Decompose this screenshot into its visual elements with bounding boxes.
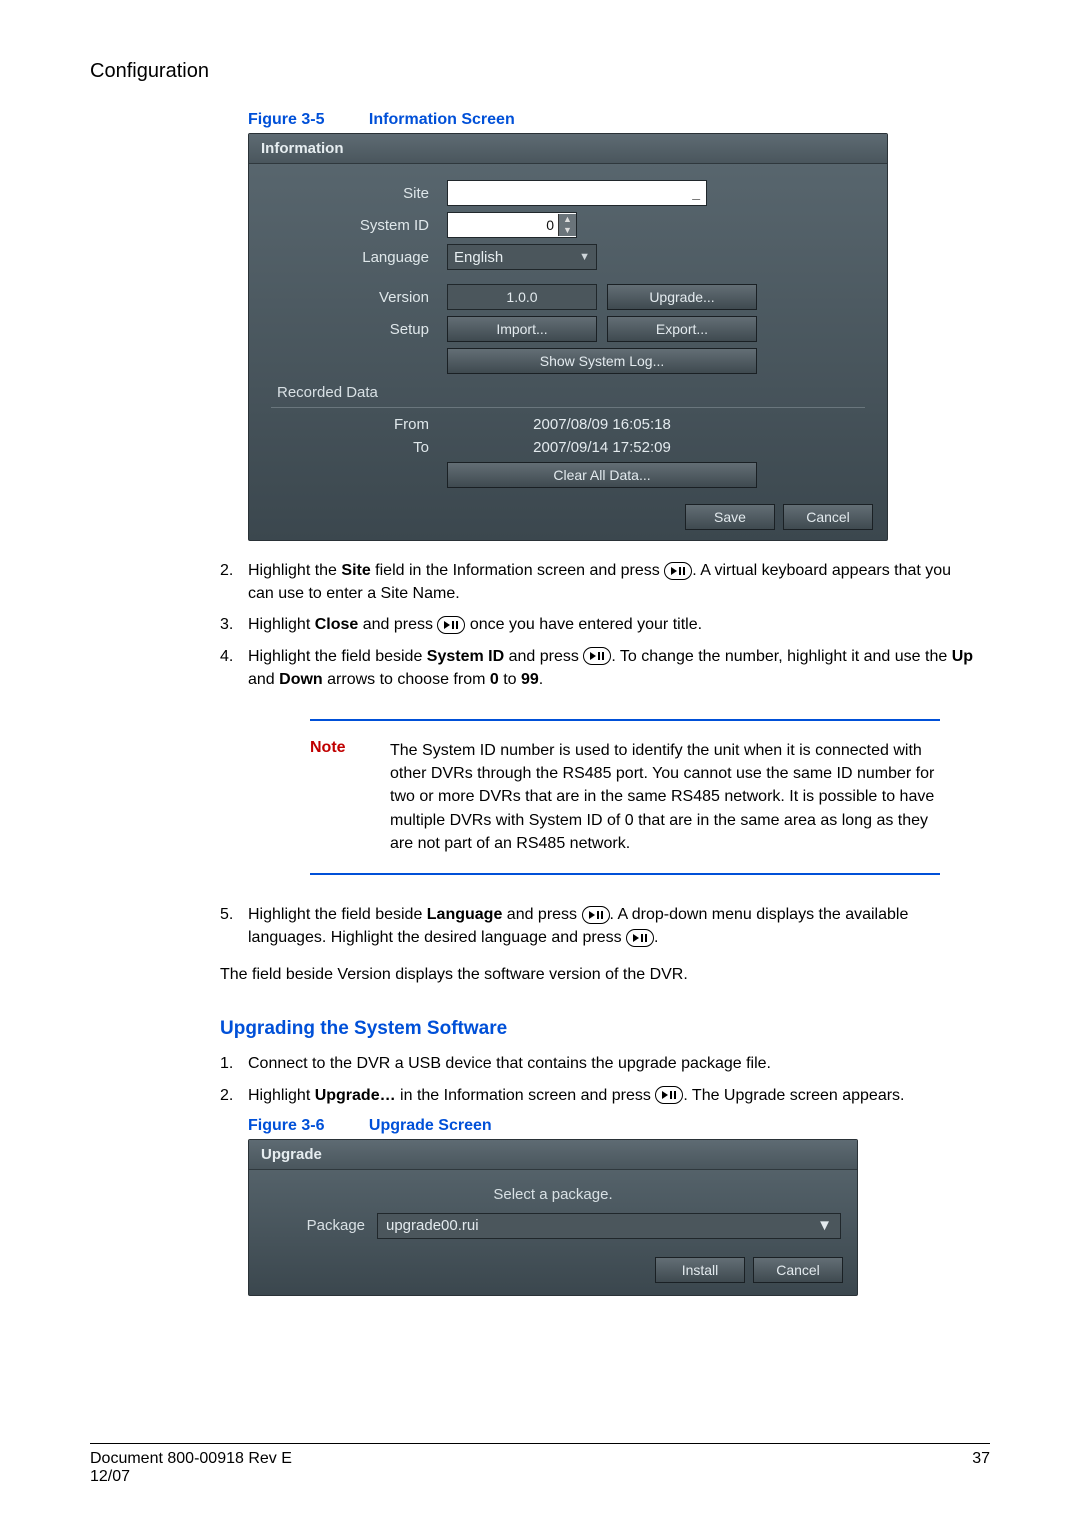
cancel-button[interactable]: Cancel (753, 1257, 843, 1283)
step-number: 4. (220, 645, 248, 691)
list-item: 4. Highlight the field beside System ID … (220, 645, 980, 691)
page-number: 37 (972, 1450, 990, 1486)
upgrade-heading: Upgrading the System Software (220, 1018, 990, 1040)
cursor-icon: _ (692, 185, 700, 201)
recorded-data-heading: Recorded Data (277, 384, 869, 401)
language-value: English (454, 249, 503, 266)
note-block: Note The System ID number is used to ide… (310, 719, 940, 875)
version-label: Version (267, 289, 447, 306)
instruction-list-3: 1. Connect to the DVR a USB device that … (220, 1052, 980, 1106)
package-value: upgrade00.rui (386, 1217, 479, 1234)
note-label: Note (310, 739, 390, 855)
setup-label: Setup (267, 321, 447, 338)
information-dialog: Information Site _ System ID 0 ▲ ▼ Langu… (248, 133, 888, 541)
stepper-down-icon[interactable]: ▼ (558, 225, 576, 236)
stepper-up-icon[interactable]: ▲ (558, 214, 576, 225)
step-number: 2. (220, 1084, 248, 1107)
instruction-list-1: 2. Highlight the Site field in the Infor… (220, 559, 980, 691)
play-pause-icon (583, 647, 611, 665)
page-footer: Document 800-00918 Rev E 12/07 37 (90, 1443, 990, 1486)
systemid-stepper[interactable]: 0 ▲ ▼ (447, 212, 577, 238)
figure-caption-1: Figure 3-5 Information Screen (248, 111, 990, 129)
upgrade-dialog: Upgrade Select a package. Package upgrad… (248, 1139, 858, 1296)
list-item: 5. Highlight the field beside Language a… (220, 903, 980, 949)
import-button[interactable]: Import... (447, 316, 597, 342)
package-select[interactable]: upgrade00.rui ▼ (377, 1213, 841, 1239)
play-pause-icon (664, 562, 692, 580)
upgrade-button[interactable]: Upgrade... (607, 284, 757, 310)
figure-caption-2: Figure 3-6 Upgrade Screen (248, 1117, 990, 1135)
list-item: 2. Highlight the Site field in the Infor… (220, 559, 980, 605)
cancel-button[interactable]: Cancel (783, 504, 873, 530)
list-item: 3. Highlight Close and press once you ha… (220, 613, 980, 636)
list-item: 1. Connect to the DVR a USB device that … (220, 1052, 980, 1075)
play-pause-icon (626, 929, 654, 947)
systemid-label: System ID (267, 217, 447, 234)
save-button[interactable]: Save (685, 504, 775, 530)
site-input[interactable]: _ (447, 180, 707, 206)
page-header: Configuration (90, 60, 990, 83)
step-number: 3. (220, 613, 248, 636)
figure-title: Information Screen (369, 111, 515, 128)
step-number: 1. (220, 1052, 248, 1075)
dialog-title: Upgrade (249, 1140, 857, 1170)
version-value: 1.0.0 (447, 284, 597, 310)
figure-number: Figure 3-6 (248, 1117, 324, 1134)
site-label: Site (267, 185, 447, 202)
play-pause-icon (655, 1086, 683, 1104)
from-value: 2007/08/09 16:05:18 (447, 416, 757, 433)
play-pause-icon (582, 906, 610, 924)
from-label: From (267, 416, 447, 433)
step-number: 5. (220, 903, 248, 949)
language-label: Language (267, 249, 447, 266)
to-label: To (267, 439, 447, 456)
install-button[interactable]: Install (655, 1257, 745, 1283)
figure-number: Figure 3-5 (248, 111, 324, 128)
systemid-value: 0 (448, 213, 558, 237)
language-select[interactable]: English ▼ (447, 244, 597, 270)
figure-title: Upgrade Screen (369, 1117, 492, 1134)
step-number: 2. (220, 559, 248, 605)
doc-id: Document 800-00918 Rev E (90, 1450, 292, 1468)
show-system-log-button[interactable]: Show System Log... (447, 348, 757, 374)
dialog-title: Information (249, 134, 887, 164)
to-value: 2007/09/14 17:52:09 (447, 439, 757, 456)
version-note: The field beside Version displays the so… (220, 963, 980, 986)
play-pause-icon (437, 616, 465, 634)
note-text: The System ID number is used to identify… (390, 739, 940, 855)
package-label: Package (265, 1217, 365, 1234)
doc-date: 12/07 (90, 1468, 292, 1486)
export-button[interactable]: Export... (607, 316, 757, 342)
upgrade-prompt: Select a package. (265, 1186, 841, 1203)
chevron-down-icon: ▼ (579, 251, 590, 263)
instruction-list-2: 5. Highlight the field beside Language a… (220, 903, 980, 949)
clear-all-data-button[interactable]: Clear All Data... (447, 462, 757, 488)
chevron-down-icon: ▼ (817, 1217, 832, 1234)
list-item: 2. Highlight Upgrade… in the Information… (220, 1084, 980, 1107)
